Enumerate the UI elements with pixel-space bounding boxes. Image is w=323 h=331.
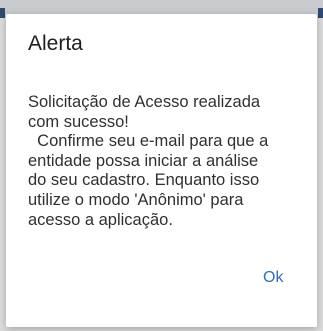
background-app-bar-left [0, 8, 5, 18]
ok-button[interactable]: Ok [263, 268, 283, 288]
dialog-title: Alerta [28, 32, 83, 55]
dialog-message: Solicitação de Acesso realizada com suce… [28, 93, 269, 229]
background-app-bar-right [318, 8, 323, 18]
